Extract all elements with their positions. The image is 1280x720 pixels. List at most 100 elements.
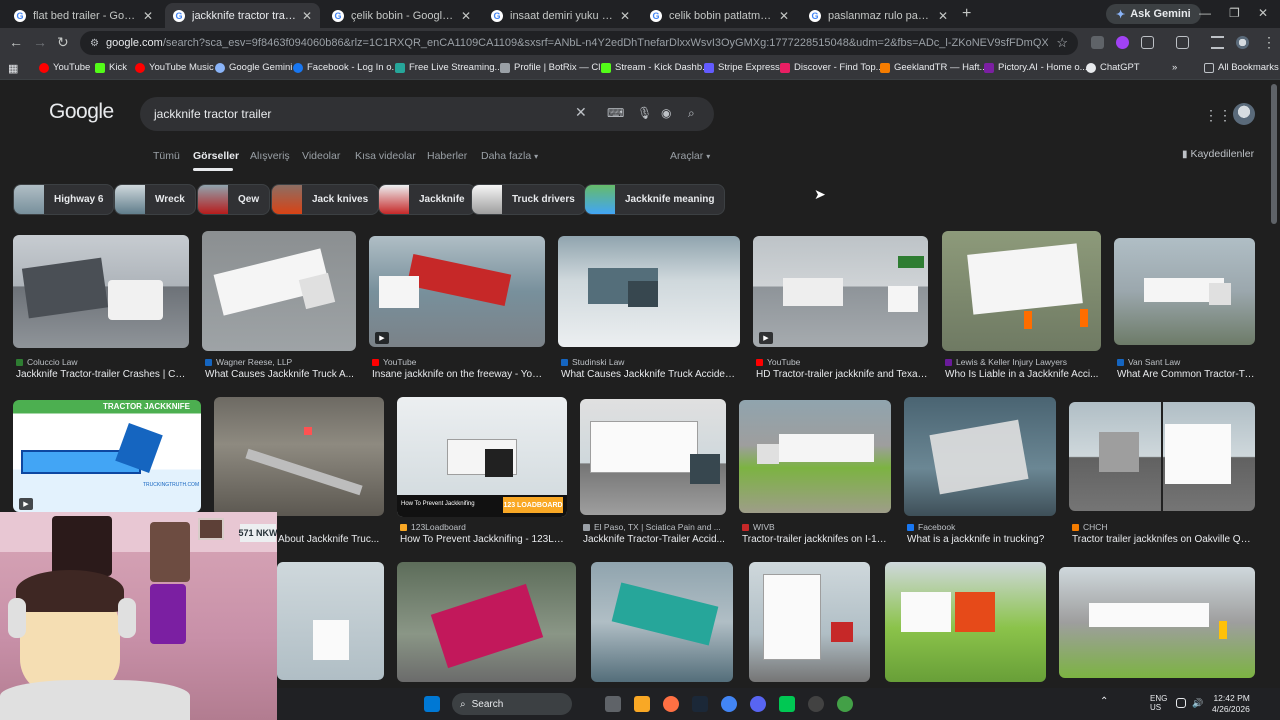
bookmark-item[interactable]: GeeklandTR — Haft... — [880, 62, 987, 73]
minimize-icon[interactable]: — — [1199, 6, 1211, 20]
image-title[interactable]: Tractor trailer jackknifes on Oakville Q… — [1072, 534, 1254, 545]
kebab-menu-icon[interactable]: ⋮ — [1262, 34, 1276, 51]
bookmark-item[interactable]: Free Live Streaming... — [395, 62, 502, 73]
steam-icon[interactable] — [692, 696, 708, 712]
close-tab-icon[interactable]: ✕ — [620, 9, 630, 23]
profile-avatar-icon[interactable] — [1236, 36, 1249, 49]
close-tab-icon[interactable]: ✕ — [302, 9, 312, 23]
image-result-thumbnail[interactable] — [1059, 567, 1255, 678]
network-icon[interactable] — [1176, 698, 1186, 708]
microphone-icon[interactable]: 🎙 — [637, 106, 652, 120]
image-title[interactable]: What Causes Jackknife Truck Accident... — [561, 369, 739, 380]
saved-button[interactable]: ▮ Kaydedilenler — [1182, 148, 1254, 160]
extensions-puzzle-icon[interactable] — [1141, 36, 1154, 49]
ask-gemini-button[interactable]: ✦ Ask Gemini — [1106, 4, 1201, 24]
image-source[interactable]: Van Sant Law — [1117, 357, 1180, 367]
tab-images[interactable]: Görseller — [193, 150, 239, 162]
image-title[interactable]: Who Is Liable in a Jackknife Acci... — [945, 369, 1100, 380]
tab-all[interactable]: Tümü — [153, 150, 180, 162]
back-arrow-icon[interactable]: ← — [9, 34, 23, 50]
apps-grid-icon[interactable]: ▦ — [8, 62, 18, 75]
close-tab-icon[interactable]: ✕ — [779, 9, 789, 23]
app-icon[interactable] — [837, 696, 853, 712]
address-bar[interactable]: ⚙ google.com/search?sca_esv=9f8463f09406… — [80, 31, 1078, 55]
image-title[interactable]: What Are Common Tractor-Tr... — [1117, 369, 1255, 380]
image-result-thumbnail[interactable]: How To Prevent Jackknifing 123 LOADBOARD — [397, 397, 567, 517]
chrome-icon[interactable] — [721, 696, 737, 712]
tab-more[interactable]: Daha fazla ▾ — [481, 150, 538, 162]
image-title[interactable]: HD Tractor-trailer jackknife and Texas..… — [756, 369, 928, 380]
bookmark-item[interactable]: Discover - Find Top... — [780, 62, 884, 73]
image-result-thumbnail[interactable] — [558, 236, 740, 347]
image-source[interactable]: YouTube — [756, 357, 800, 367]
image-source[interactable]: Wagner Reese, LLP — [205, 357, 292, 367]
image-result-thumbnail[interactable] — [904, 397, 1056, 516]
file-explorer-icon[interactable] — [634, 696, 650, 712]
bookmark-star-icon[interactable]: ☆ — [1056, 35, 1068, 51]
image-source[interactable]: WIVB — [742, 522, 775, 532]
image-result-thumbnail[interactable] — [1069, 402, 1255, 511]
bookmark-item[interactable]: Stream - Kick Dashb... — [601, 62, 710, 73]
tab-short-videos[interactable]: Kısa videolar — [355, 150, 416, 162]
image-source[interactable]: YouTube — [372, 357, 416, 367]
image-result-thumbnail[interactable] — [13, 235, 189, 348]
bookmark-item[interactable]: Google Gemini — [215, 62, 292, 73]
close-tab-icon[interactable]: ✕ — [938, 9, 948, 23]
image-source[interactable]: CHCH — [1072, 522, 1108, 532]
image-result-thumbnail[interactable] — [591, 562, 733, 682]
image-source[interactable]: Studinski Law — [561, 357, 624, 367]
image-source[interactable]: Lewis & Keller Injury Lawyers — [945, 357, 1067, 367]
bookmark-item[interactable]: YouTube — [39, 62, 90, 73]
related-search-chip[interactable]: Qew — [197, 184, 271, 215]
image-source[interactable]: El Paso, TX | Sciatica Pain and ... — [583, 522, 721, 532]
reload-icon[interactable]: ↻ — [57, 34, 69, 51]
search-input[interactable]: jackknife tractor trailer ✕ ⌨ 🎙 ◉ ⌕ — [140, 97, 714, 131]
browser-tab[interactable]: G çelik bobin - Google'da Ara ✕ — [324, 3, 479, 28]
discord-icon[interactable] — [750, 696, 766, 712]
close-tab-icon[interactable]: ✕ — [143, 9, 153, 23]
clear-icon[interactable]: ✕ — [575, 104, 587, 121]
related-search-chip[interactable]: Jackknife — [378, 184, 476, 215]
close-window-icon[interactable]: ✕ — [1258, 6, 1268, 20]
taskbar-search[interactable]: ⌕ Search — [452, 693, 572, 715]
browser-tab[interactable]: G celik bobin patlatma tir - Goog ✕ — [642, 3, 797, 28]
image-result-thumbnail[interactable] — [1114, 238, 1255, 345]
language-indicator[interactable]: ENG US — [1150, 694, 1167, 712]
media-controls-icon[interactable] — [1211, 36, 1224, 49]
task-view-icon[interactable] — [605, 696, 621, 712]
bookmark-item[interactable]: Stripe Express — [704, 62, 780, 73]
bookmark-item[interactable]: Facebook - Log In o... — [293, 62, 399, 73]
search-icon[interactable]: ⌕ — [688, 106, 695, 121]
bookmark-item[interactable]: Pictory.AI - Home o... — [984, 62, 1088, 73]
system-clock[interactable]: 12:42 PM 4/26/2026 — [1212, 693, 1250, 715]
lens-camera-icon[interactable]: ◉ — [661, 106, 671, 120]
browser-tab[interactable]: G insaat demiri yuku - Google'da ✕ — [483, 3, 638, 28]
image-source[interactable]: 123Loadboard — [400, 522, 466, 532]
chevron-right-icon[interactable]: » — [1172, 62, 1177, 73]
image-source[interactable]: Coluccio Law — [16, 357, 78, 367]
browser-tab[interactable]: G flat bed trailer - Google'da Ara ✕ — [6, 3, 161, 28]
image-result-thumbnail[interactable] — [277, 562, 384, 680]
image-title[interactable]: Insane jackknife on the freeway - You... — [372, 369, 544, 380]
google-apps-icon[interactable]: ⋮⋮ — [1204, 107, 1232, 124]
image-result-thumbnail[interactable] — [580, 399, 726, 515]
image-title[interactable]: What Causes Jackknife Truck A... — [205, 369, 355, 380]
tab-videos[interactable]: Videolar — [302, 150, 340, 162]
site-info-icon[interactable]: ⚙ — [90, 38, 99, 49]
google-logo[interactable]: Google — [49, 100, 114, 124]
keyboard-icon[interactable]: ⌨ — [607, 106, 624, 120]
firefox-icon[interactable] — [663, 696, 679, 712]
extension-icon[interactable] — [1091, 36, 1104, 49]
related-search-chip[interactable]: Truck drivers — [471, 184, 586, 215]
avatar[interactable] — [1233, 103, 1255, 125]
image-result-thumbnail[interactable] — [202, 231, 356, 351]
browser-tab-active[interactable]: G jackknife tractor trailer - Google ✕ — [165, 3, 320, 28]
related-search-chip[interactable]: Highway 6 — [13, 184, 115, 215]
related-search-chip[interactable]: Jackknife meaning — [584, 184, 726, 215]
restore-icon[interactable]: ❐ — [1229, 6, 1240, 20]
image-title[interactable]: Tractor-trailer jackknifes on I-19... — [742, 534, 890, 545]
page-scrollbar[interactable] — [1271, 84, 1277, 224]
all-bookmarks-button[interactable]: All Bookmarks — [1204, 62, 1279, 73]
browser-tab[interactable]: G paslanmaz rulo patlama - Goog ✕ — [801, 3, 956, 28]
close-tab-icon[interactable]: ✕ — [461, 9, 471, 23]
